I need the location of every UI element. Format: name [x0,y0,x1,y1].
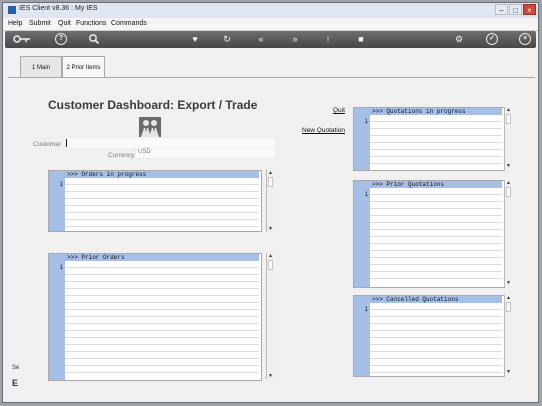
menu-submit[interactable]: Submit [29,20,51,27]
window-title: IES Client v8.36 : My IES [19,5,98,12]
scroll-thumb[interactable] [506,187,511,197]
menu-quit[interactable]: Quit [58,20,71,27]
currency-field[interactable] [135,147,276,159]
title-bar: IES Client v8.36 : My IES – □ × [3,3,538,19]
tab-main[interactable]: 1 Main [20,56,62,78]
help-icon[interactable]: ? [55,33,67,45]
customer-label: Customer [33,141,62,148]
check-icon[interactable]: ✓ [486,33,498,45]
scroll-thumb[interactable] [268,260,273,270]
grid-header: >>> Prior Quotations [370,181,502,188]
grid-header: >>> Orders in progress [65,171,259,178]
quotations-in-progress-grid[interactable]: >>> Quotations in progress 1 [353,107,505,171]
scroll-down-icon[interactable]: ▼ [267,373,274,379]
rewind-icon[interactable]: « [255,33,267,45]
grid-gutter [49,254,65,380]
close-icon[interactable]: × [523,4,536,15]
menu-commands[interactable]: Commands [111,20,147,27]
page-title: Customer Dashboard: Export / Trade [48,98,258,112]
currency-label: Currency [108,152,135,159]
scroll-up-icon[interactable]: ▲ [505,295,512,301]
scroll-up-icon[interactable]: ▲ [505,107,512,113]
heart-icon[interactable]: ♥ [189,33,201,45]
key-icon[interactable] [13,33,31,45]
grid-rows[interactable] [370,303,502,374]
scroll-up-icon[interactable]: ▲ [267,253,274,259]
grid-rows[interactable] [65,261,259,378]
grid-rows[interactable] [370,115,502,168]
tab-strip: 1 Main 2 Prior Items [8,51,535,81]
row-number: 1 [364,307,368,313]
row-number: 1 [59,182,63,188]
quit-link[interactable]: Quit [333,107,345,114]
refresh-icon[interactable]: ↻ [221,33,233,45]
row-number: 1 [364,119,368,125]
orders-in-progress-scrollbar[interactable]: ▲ ▼ [266,170,274,232]
grid-header: >>> Cancelled Quotations [370,296,502,303]
fast-forward-icon[interactable]: » [289,33,301,45]
quotations-in-progress-scrollbar[interactable]: ▲ ▼ [504,107,512,169]
scroll-up-icon[interactable]: ▲ [505,180,512,186]
orders-in-progress-grid[interactable]: >>> Orders in progress 1 [48,170,262,232]
minimize-icon[interactable]: – [495,4,508,15]
app-window: IES Client v8.36 : My IES – □ × Help Sub… [2,2,539,403]
cancelled-quotations-grid[interactable]: >>> Cancelled Quotations 1 [353,295,505,377]
row-number: 1 [59,265,63,271]
grid-gutter [49,171,65,231]
scroll-thumb[interactable] [506,302,511,312]
tab-prior-items[interactable]: 2 Prior Items [62,56,105,78]
window-controls: – □ × [495,4,536,15]
stop-icon[interactable]: ■ [355,33,367,45]
close-circle-icon[interactable]: × [519,33,531,45]
menu-help[interactable]: Help [8,20,22,27]
tab-divider [8,77,535,78]
scroll-down-icon[interactable]: ▼ [505,163,512,169]
grid-header: >>> Prior Orders [65,254,259,261]
grid-header: >>> Quotations in progress [370,108,502,115]
text-cursor [66,139,67,147]
upload-icon[interactable]: ↑ [322,33,334,45]
search-icon[interactable] [88,33,100,45]
prior-quotations-scrollbar[interactable]: ▲ ▼ [504,180,512,286]
scroll-down-icon[interactable]: ▼ [505,369,512,375]
customer-avatar-icon [139,117,161,137]
grid-rows[interactable] [65,178,259,229]
cancelled-quotations-scrollbar[interactable]: ▲ ▼ [504,295,512,375]
currency-value: USD [138,149,151,155]
row-number: 1 [364,192,368,198]
main-content: Customer Dashboard: Export / Trade Quit … [8,79,535,401]
scroll-down-icon[interactable]: ▼ [505,280,512,286]
toolbar: ? ♥ ↻ « » ↑ ■ ⚙ ✓ × [5,31,536,48]
scroll-down-icon[interactable]: ▼ [267,226,274,232]
scroll-up-icon[interactable]: ▲ [267,170,274,176]
app-icon [8,6,16,14]
prior-quotations-grid[interactable]: >>> Prior Quotations 1 [353,180,505,288]
maximize-icon[interactable]: □ [509,4,522,15]
bottom-left-glyph: E [12,378,19,388]
menu-functions[interactable]: Functions [76,20,106,27]
settings-icon[interactable]: ⚙ [453,33,465,45]
bottom-left-text: Se [12,365,20,371]
scroll-thumb[interactable] [506,114,511,124]
grid-rows[interactable] [370,188,502,285]
prior-orders-grid[interactable]: >>> Prior Orders 1 [48,253,262,381]
menu-bar: Help Submit Quit Functions Commands [3,18,538,31]
new-quotation-link[interactable]: New Quotation [302,127,345,134]
grid-gutter [354,108,370,170]
scroll-thumb[interactable] [268,177,273,187]
prior-orders-scrollbar[interactable]: ▲ ▼ [266,253,274,379]
